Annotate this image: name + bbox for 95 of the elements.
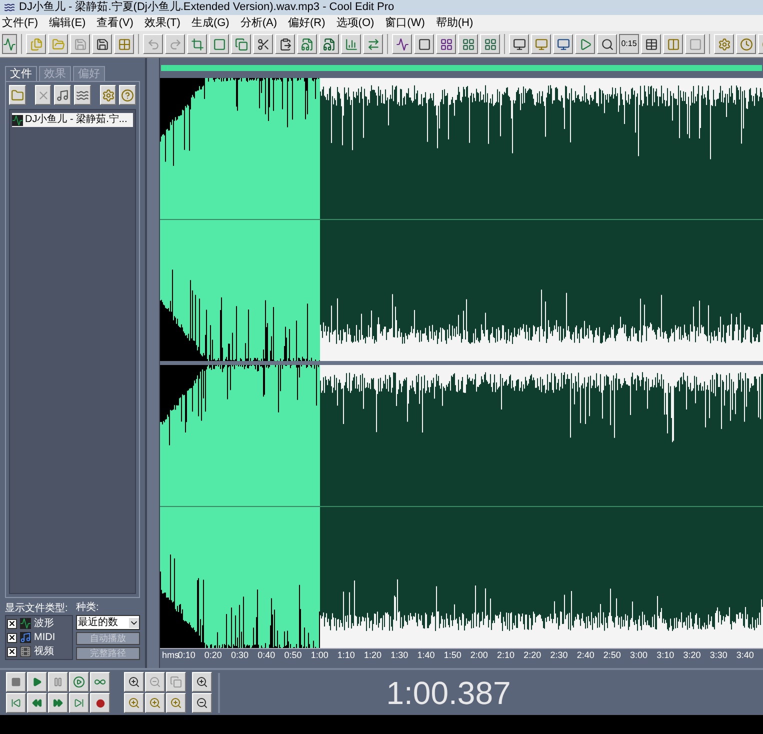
dropdown-arrow-icon [129, 618, 139, 628]
menu-item[interactable]: 生成(G) [191, 18, 230, 28]
track-grid-icon[interactable] [436, 34, 456, 54]
blank-panel-icon[interactable] [685, 34, 705, 54]
file-list-item[interactable]: DJ小鱼儿 - 梁静茹.宁... [12, 113, 133, 127]
play-icon[interactable] [27, 672, 47, 692]
play-icon[interactable] [575, 34, 595, 54]
undo-icon[interactable] [143, 34, 163, 54]
ruler-unit: hms [162, 651, 180, 660]
ruler-label: 3:00 [630, 651, 648, 660]
app-icon [4, 2, 15, 13]
ruler-label: 2:10 [497, 651, 515, 660]
ruler-label: 0:10 [178, 651, 196, 660]
ruler-label: 3:10 [656, 651, 674, 660]
window-icon[interactable] [509, 34, 529, 54]
ruler-label: 2:00 [470, 651, 488, 660]
menu-item[interactable]: 效果(T) [144, 18, 180, 28]
waveform-view-button[interactable] [2, 34, 17, 54]
ruler-label: 1:00 [310, 651, 328, 660]
ruler-label: 1:20 [364, 651, 382, 660]
vertical-zoom-in-icon[interactable] [192, 672, 212, 692]
menu-item[interactable]: 文件(F) [2, 18, 38, 28]
ruler-label: 2:50 [603, 651, 621, 660]
ruler-label: 0:30 [231, 651, 249, 660]
time-button[interactable]: 0:15 [619, 34, 639, 54]
folder-icon[interactable] [48, 34, 68, 54]
redo-icon[interactable] [165, 34, 185, 54]
vertical-zoom-out-icon[interactable] [192, 693, 212, 713]
time-readout: 1:00.387 [386, 676, 511, 708]
sort-dropdown[interactable]: 最近的数 [76, 615, 140, 630]
checkbox[interactable] [7, 632, 17, 642]
track-grid-icon[interactable] [458, 34, 478, 54]
ruler-label: 1:30 [390, 651, 408, 660]
menu-item[interactable]: 偏好(R) [288, 18, 326, 28]
menu-item[interactable]: 选项(O) [336, 18, 374, 28]
folder-icon[interactable] [9, 85, 26, 105]
panel-tab[interactable]: 文件 [5, 66, 37, 81]
waveform-file-icon [20, 618, 31, 629]
menu-item[interactable]: 窗口(W) [385, 18, 425, 28]
zoom-out-icon[interactable] [145, 672, 165, 692]
film-icon [20, 646, 31, 657]
frame-icon[interactable] [209, 34, 229, 54]
ruler-label: 2:40 [576, 651, 594, 660]
window-title: DJ小鱼儿 - 梁静茹.宁夏(Dj小鱼儿.Extended Version).wav.mp3 - Cool Edit Pro [19, 2, 394, 13]
help-icon[interactable] [119, 85, 136, 105]
skip-forward-icon[interactable] [69, 693, 89, 713]
close-file-icon[interactable] [34, 85, 52, 105]
vertical-scrollbar[interactable] [147, 58, 160, 668]
table-icon[interactable] [641, 34, 661, 54]
chart-icon[interactable] [341, 34, 361, 54]
ruler-label: 0:20 [204, 651, 222, 660]
record-icon[interactable] [90, 693, 110, 713]
save-icon[interactable] [70, 34, 90, 54]
skip-back-icon[interactable] [6, 693, 26, 713]
file-type-label: 波形 [34, 618, 54, 628]
ruler-label: 2:20 [524, 651, 542, 660]
cut-icon[interactable] [253, 34, 273, 54]
pause-icon[interactable] [48, 672, 68, 692]
music-note-icon [20, 632, 31, 643]
paste-icon[interactable] [275, 34, 295, 54]
trim-icon[interactable] [187, 34, 207, 54]
track-grid-icon[interactable] [480, 34, 500, 54]
zoom-in-icon[interactable] [124, 672, 144, 692]
grid-icon[interactable] [114, 34, 134, 54]
copy-icon[interactable] [231, 34, 251, 54]
file-type-label: MIDI [34, 632, 56, 642]
window-icon[interactable] [553, 34, 573, 54]
settings-icon[interactable] [714, 34, 734, 54]
ruler-label: 1:50 [444, 651, 462, 660]
ruler-label: 1:40 [417, 651, 435, 660]
columns-icon[interactable] [663, 34, 683, 54]
stop-icon[interactable] [6, 672, 26, 692]
menu-item[interactable]: 查看(V) [96, 18, 134, 28]
show-file-types-label: 显示文件类型: [5, 602, 69, 615]
menu-item[interactable]: 分析(A) [240, 18, 277, 28]
menu-item[interactable]: 编辑(E) [49, 18, 86, 28]
file-type-label: 视频 [34, 646, 54, 656]
ruler-label: 3:40 [736, 651, 754, 660]
ruler-label: 3:20 [683, 651, 701, 660]
sort-label: 种类: [76, 602, 100, 613]
ruler-label: 0:50 [284, 651, 302, 660]
fast-forward-icon[interactable] [48, 693, 68, 713]
settings-icon[interactable] [100, 85, 116, 105]
ruler-label: 0:40 [258, 651, 276, 660]
loop-icon[interactable] [90, 672, 110, 692]
menu-item[interactable]: 帮助(H) [436, 18, 474, 28]
checkbox[interactable] [7, 618, 17, 628]
search-icon[interactable] [597, 34, 617, 54]
rewind-icon[interactable] [27, 693, 47, 713]
ruler-label: 1:10 [337, 651, 355, 660]
convert-icon[interactable] [363, 34, 383, 54]
waveform-file-icon [12, 114, 23, 126]
checkbox[interactable] [7, 646, 17, 656]
ruler-label: 2:30 [550, 651, 568, 660]
ruler-label: 3:30 [710, 651, 728, 660]
